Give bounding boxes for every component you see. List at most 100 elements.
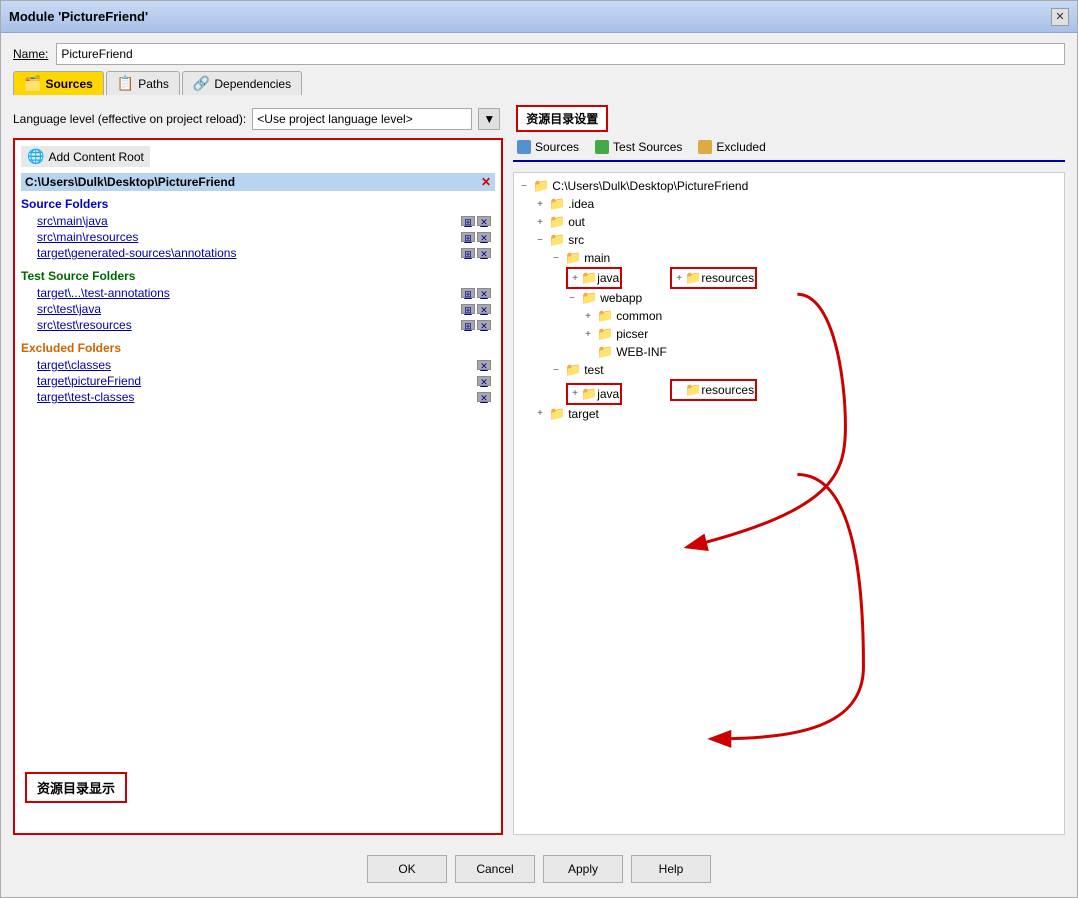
list-item[interactable]: src\main\resources ⊞ ✕ (21, 229, 495, 245)
folder-icon: 📁 (549, 232, 565, 248)
list-item[interactable]: src\test\resources ⊞ ✕ (21, 317, 495, 333)
add-content-root-label: Add Content Root (48, 150, 143, 164)
edit-icon[interactable]: ⊞ (461, 288, 475, 298)
edit-icon[interactable]: ⊞ (461, 216, 475, 226)
tree-expand-icon[interactable]: + (534, 198, 546, 210)
remove-icon[interactable]: ✕ (477, 248, 491, 258)
tree-expand-icon[interactable]: − (534, 234, 546, 246)
highlighted-tree-item[interactable]: +📁java (566, 383, 622, 405)
tree-item[interactable]: +📁picser (582, 325, 1060, 343)
list-item[interactable]: target\...\test-annotations ⊞ ✕ (21, 285, 495, 301)
remove-icon[interactable]: ✕ (477, 288, 491, 298)
highlighted-tree-item[interactable]: +📁resources (670, 267, 757, 289)
close-button[interactable]: ✕ (1051, 8, 1069, 26)
tree-item[interactable]: −📁C:\Users\Dulk\Desktop\PictureFriend (518, 177, 1060, 195)
tree-item[interactable]: −📁test (550, 361, 1060, 379)
tree-expand-icon[interactable]: − (550, 252, 562, 264)
tree-expand-icon[interactable]: + (534, 216, 546, 228)
edit-icon[interactable]: ⊞ (461, 232, 475, 242)
folder-icon: 📁 (597, 326, 613, 342)
ok-button[interactable]: OK (367, 855, 447, 883)
highlighted-tree-item[interactable]: +📁java (566, 267, 622, 289)
tree-expand-icon[interactable]: + (569, 272, 581, 284)
tree-expand-icon[interactable]: − (550, 364, 562, 376)
remove-icon[interactable]: ✕ (477, 376, 491, 386)
content-root-path: C:\Users\Dulk\Desktop\PictureFriend (25, 175, 235, 189)
name-label: Name: (13, 47, 48, 61)
annotation-left-label: 资源目录显示 (25, 772, 127, 803)
folder-icon: 📁 (685, 270, 701, 286)
lang-level-label: Language level (effective on project rel… (13, 112, 246, 126)
folder-icon: 📁 (581, 270, 597, 286)
tree-item[interactable]: 📁WEB-INF (582, 343, 1060, 361)
cancel-button[interactable]: Cancel (455, 855, 535, 883)
highlighted-tree-item[interactable]: 📁resources (670, 379, 757, 401)
folder-icon: 📁 (565, 250, 581, 266)
folder-item-icons: ⊞ ✕ (461, 232, 491, 242)
tree-item[interactable]: +📁target (534, 405, 1060, 423)
tree-item[interactable]: +📁common (582, 307, 1060, 325)
tab-sources[interactable]: 🗂️ Sources (13, 71, 104, 95)
tree-item-label: src (568, 233, 584, 247)
tree-item[interactable]: +📁out (534, 213, 1060, 231)
list-item[interactable]: target\generated-sources\annotations ⊞ ✕ (21, 245, 495, 261)
tab-paths[interactable]: 📋 Paths (106, 71, 180, 95)
tree-item[interactable]: −📁main (550, 249, 1060, 267)
tree-expand-icon[interactable]: + (534, 408, 546, 420)
remove-icon[interactable]: ✕ (477, 360, 491, 370)
add-content-root-button[interactable]: 🌐 Add Content Root (21, 146, 150, 167)
list-item[interactable]: src\test\java ⊞ ✕ (21, 301, 495, 317)
tree-item-label: C:\Users\Dulk\Desktop\PictureFriend (552, 179, 748, 193)
tree-item[interactable]: −📁src (534, 231, 1060, 249)
source-folders-list: src\main\java ⊞ ✕ src\main\resources ⊞ ✕ (21, 213, 495, 261)
help-button[interactable]: Help (631, 855, 711, 883)
list-item[interactable]: target\test-classes ✕ (21, 389, 495, 405)
folder-item-icons: ⊞ ✕ (461, 248, 491, 258)
folder-icon: 📁 (597, 344, 613, 360)
tree-expand-icon[interactable] (582, 346, 594, 358)
tree-item[interactable]: −📁webapp (566, 289, 1060, 307)
remove-icon[interactable]: ✕ (477, 304, 491, 314)
name-input[interactable] (56, 43, 1065, 65)
lang-dropdown-button[interactable]: ▼ (478, 108, 500, 130)
tab-dependencies[interactable]: 🔗 Dependencies (182, 71, 302, 95)
remove-icon[interactable]: ✕ (477, 232, 491, 242)
remove-icon[interactable]: ✕ (477, 216, 491, 226)
edit-icon[interactable]: ⊞ (461, 320, 475, 330)
tab-test-sources-right[interactable]: Test Sources (591, 138, 686, 156)
remove-icon[interactable]: ✕ (477, 320, 491, 330)
folder-item-icons: ⊞ ✕ (461, 320, 491, 330)
lang-level-input[interactable] (252, 108, 472, 130)
tree-item-label: picser (616, 327, 648, 341)
tab-excluded-right[interactable]: Excluded (694, 138, 769, 156)
tree-item-label: resources (701, 271, 754, 285)
tree-expand-icon[interactable]: − (566, 292, 578, 304)
tree-expand-icon[interactable]: + (673, 272, 685, 284)
excluded-tab-label: Excluded (716, 140, 765, 154)
left-panel: 🌐 Add Content Root C:\Users\Dulk\Desktop… (13, 138, 503, 835)
tree-expand-icon[interactable]: + (582, 310, 594, 322)
tree-item-label: test (584, 363, 603, 377)
tree-item-label: main (584, 251, 610, 265)
edit-icon[interactable]: ⊞ (461, 304, 475, 314)
list-item[interactable]: target\pictureFriend ✕ (21, 373, 495, 389)
tree-expand-icon[interactable]: + (569, 388, 581, 400)
folder-item-icons: ✕ (477, 376, 491, 386)
module-dialog: Module 'PictureFriend' ✕ Name: 🗂️ Source… (0, 0, 1078, 898)
tree-item[interactable]: +📁.idea (534, 195, 1060, 213)
tree-item-label: java (597, 387, 619, 401)
tree-expand-icon[interactable] (673, 384, 685, 396)
apply-button[interactable]: Apply (543, 855, 623, 883)
remove-content-root-button[interactable]: ✕ (481, 175, 491, 189)
tree-item-label: java (597, 271, 619, 285)
edit-icon[interactable]: ⊞ (461, 248, 475, 258)
tree-item-label: webapp (600, 291, 642, 305)
list-item[interactable]: target\classes ✕ (21, 357, 495, 373)
main-content: 🌐 Add Content Root C:\Users\Dulk\Desktop… (13, 138, 1065, 835)
paths-tab-icon: 📋 (117, 75, 134, 92)
tree-expand-icon[interactable]: + (582, 328, 594, 340)
remove-icon[interactable]: ✕ (477, 392, 491, 402)
list-item[interactable]: src\main\java ⊞ ✕ (21, 213, 495, 229)
tab-sources-right[interactable]: Sources (513, 138, 583, 156)
tree-expand-icon[interactable]: − (518, 180, 530, 192)
